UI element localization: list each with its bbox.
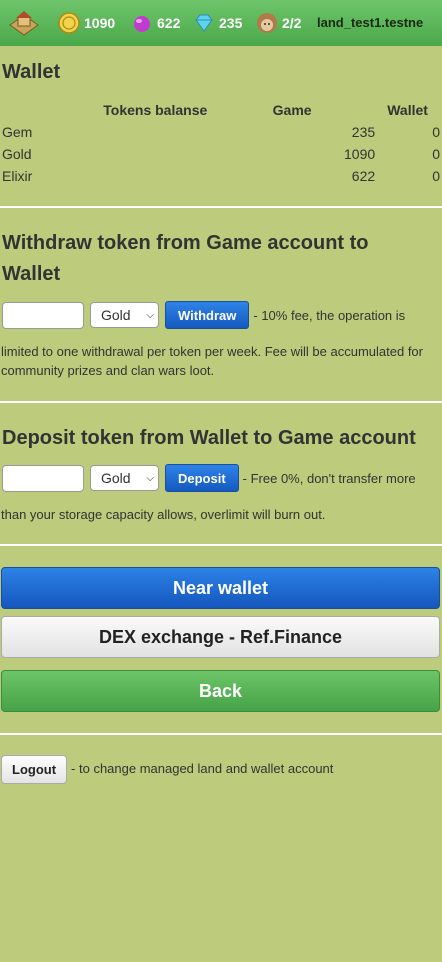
table-header: Tokens balanse Game Wallet [0,99,442,121]
divider [0,544,442,546]
elixir-stat: 622 [131,12,180,34]
gold-count: 1090 [84,15,116,31]
near-wallet-button[interactable]: Near wallet [1,567,440,609]
divider [0,733,442,735]
withdraw-amount-input[interactable] [2,301,84,329]
withdraw-note: limited to one withdrawal per token per … [1,344,423,378]
account-name[interactable]: land_test1.testne [317,15,423,30]
chevron-down-icon: ⌵ [146,309,154,321]
game-balance: 622 [351,168,376,184]
chevron-down-icon: ⌵ [146,472,154,484]
wallet-balance: 0 [432,124,440,140]
wallet-balance: 0 [432,146,440,162]
tokens-table: Tokens balanse Game Wallet Gem 235 0 Gol… [0,99,442,187]
withdraw-title: Withdraw token from Game account to Wall… [2,232,369,285]
deposit-token-value: Gold [101,470,131,486]
divider [0,401,442,403]
token-name: Elixir [2,168,33,184]
tokens-header: Tokens balanse [103,102,208,118]
worker-count: 2/2 [282,15,302,31]
logout-note: - to change managed land and wallet acco… [71,760,334,776]
game-balance: 235 [351,124,376,140]
gold-stat: 1090 [58,12,115,34]
logout-row: Logout - to change managed land and wall… [1,755,333,784]
table-row: Gem 235 0 [0,121,442,143]
withdraw-token-value: Gold [101,307,131,323]
back-button[interactable]: Back [1,670,440,712]
gem-stat: 235 [193,12,242,34]
game-header: Game [272,102,312,118]
deposit-row: Gold ⌵ Deposit - Free 0%, don't transfer… [2,464,416,492]
top-bar: 1090 622 235 2/2 land_test1.testne [0,0,442,46]
worker-icon [256,12,278,34]
deposit-title: Deposit token from Wallet to Game accoun… [2,427,416,449]
deposit-fee-note: - Free 0%, don't transfer more [242,470,416,486]
wallet-title: Wallet [2,61,61,83]
dex-exchange-button[interactable]: DEX exchange - Ref.Finance [1,616,440,658]
wallet-balance: 0 [432,168,440,184]
deposit-note: than your storage capacity allows, overl… [1,507,326,522]
logout-button[interactable]: Logout [1,755,68,784]
game-balance: 1090 [344,146,376,162]
withdraw-button[interactable]: Withdraw [165,301,250,329]
token-name: Gold [2,146,32,162]
divider [0,206,442,208]
gem-count: 235 [219,15,243,31]
withdraw-fee-note: - 10% fee, the operation is [253,307,406,323]
table-row: Elixir 622 0 [0,165,442,187]
token-name: Gem [2,124,33,140]
wallet-header: Wallet [387,102,428,118]
land-icon[interactable] [8,9,40,37]
deposit-button[interactable]: Deposit [165,464,239,492]
elixir-icon [131,12,153,34]
deposit-amount-input[interactable] [2,464,84,492]
table-row: Gold 1090 0 [0,143,442,165]
elixir-count: 622 [157,15,181,31]
withdraw-row: Gold ⌵ Withdraw - 10% fee, the operation… [2,301,405,329]
gem-icon [193,12,215,34]
worker-stat: 2/2 [256,12,301,34]
deposit-token-select[interactable]: Gold ⌵ [90,465,159,491]
gold-coin-icon [58,12,80,34]
withdraw-token-select[interactable]: Gold ⌵ [90,302,159,328]
